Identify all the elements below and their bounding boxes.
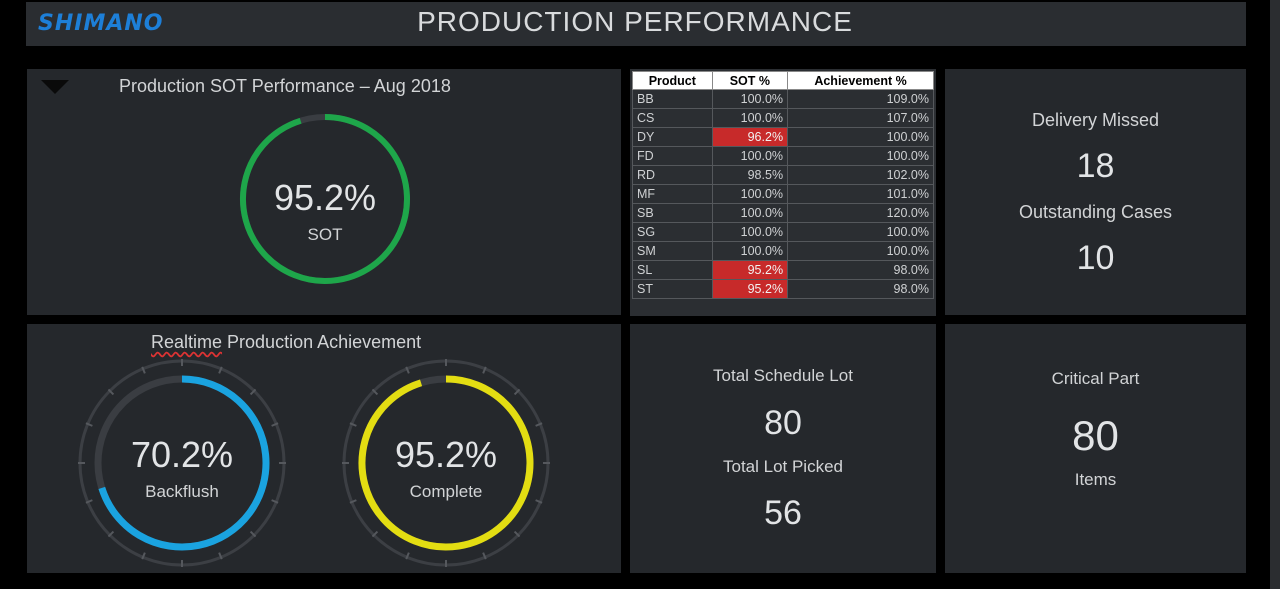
cell-achievement: 100.0%	[787, 127, 934, 147]
delivery-missed-label: Delivery Missed	[1031, 110, 1160, 130]
table-row: ST 95.2% 98.0%	[632, 279, 934, 299]
critical-part-unit: Items	[1074, 470, 1117, 489]
realtime-title-word: Realtime	[151, 332, 223, 352]
column-header-sot: SOT %	[711, 71, 789, 90]
cell-sot: 100.0%	[711, 241, 789, 261]
sot-panel-title: Production SOT Performance – Aug 2018	[119, 76, 451, 96]
table-row: DY 96.2% 100.0%	[632, 127, 934, 147]
total-schedule-lot-value: 80	[764, 404, 802, 442]
column-header-product: Product	[632, 71, 713, 90]
total-schedule-lot-label: Total Schedule Lot	[713, 366, 853, 385]
cell-achievement: 98.0%	[787, 279, 934, 299]
cell-product: MF	[632, 184, 713, 204]
table-row: FD 100.0% 100.0%	[632, 146, 934, 166]
cell-product: BB	[632, 89, 713, 109]
lot-panel: Total Schedule Lot 80 Total Lot Picked 5…	[630, 324, 936, 573]
cell-sot: 100.0%	[711, 89, 789, 109]
table-row: RD 98.5% 102.0%	[632, 165, 934, 185]
outstanding-cases-label: Outstanding Cases	[1018, 202, 1173, 222]
cell-product: SG	[632, 222, 713, 242]
table-row: SL 95.2% 98.0%	[632, 260, 934, 280]
cell-product: ST	[632, 279, 713, 299]
backflush-label: Backflush	[145, 482, 219, 501]
sot-performance-panel: Production SOT Performance – Aug 2018 95…	[27, 69, 621, 315]
total-lot-picked-value: 56	[764, 494, 802, 532]
cell-product: SM	[632, 241, 713, 261]
cell-sot: 100.0%	[711, 184, 789, 204]
cell-sot: 98.5%	[711, 165, 789, 185]
table-row: SM 100.0% 100.0%	[632, 241, 934, 261]
cell-sot: 95.2%	[711, 279, 789, 299]
cell-sot: 96.2%	[711, 127, 789, 147]
backflush-value: 70.2%	[130, 434, 234, 475]
realtime-achievement-panel: Realtime Production Achievement 70.2% Ba…	[27, 324, 621, 573]
cell-achievement: 107.0%	[787, 108, 934, 128]
cell-achievement: 98.0%	[787, 260, 934, 280]
cell-product: RD	[632, 165, 713, 185]
critical-part-panel: Critical Part 80 Items	[945, 324, 1246, 573]
cell-sot: 100.0%	[711, 108, 789, 128]
cell-product: SB	[632, 203, 713, 223]
table-row: SB 100.0% 120.0%	[632, 203, 934, 223]
cell-sot: 100.0%	[711, 203, 789, 223]
delivery-missed-value: 18	[1076, 147, 1115, 185]
complete-value: 95.2%	[394, 434, 498, 475]
cell-product: SL	[632, 260, 713, 280]
cell-sot: 100.0%	[711, 222, 789, 242]
table-row: BB 100.0% 109.0%	[632, 89, 934, 109]
cell-achievement: 102.0%	[787, 165, 934, 185]
critical-part-value: 80	[1072, 412, 1119, 459]
collapse-triangle-icon[interactable]	[41, 80, 69, 94]
outstanding-cases-value: 10	[1076, 239, 1115, 277]
cell-product: DY	[632, 127, 713, 147]
critical-part-label: Critical Part	[1051, 369, 1140, 388]
realtime-title-rest: Production Achievement	[222, 332, 422, 352]
cell-achievement: 101.0%	[787, 184, 934, 204]
product-table-panel: Product SOT % Achievement % BB 100.0% 109.…	[630, 69, 936, 316]
sot-value: 95.2%	[273, 177, 377, 218]
cell-achievement: 100.0%	[787, 241, 934, 261]
total-lot-picked-label: Total Lot Picked	[722, 457, 843, 476]
cell-product: CS	[632, 108, 713, 128]
delivery-panel: Delivery Missed 18 Outstanding Cases 10	[945, 69, 1246, 315]
realtime-panel-title: Realtime Production Achievement	[151, 332, 421, 353]
page-title: PRODUCTION PERFORMANCE	[417, 6, 853, 37]
cell-sot: 95.2%	[711, 260, 789, 280]
cell-achievement: 109.0%	[787, 89, 934, 109]
table-row: CS 100.0% 107.0%	[632, 108, 934, 128]
window-edge	[1270, 0, 1280, 589]
cell-achievement: 120.0%	[787, 203, 934, 223]
table-row: MF 100.0% 101.0%	[632, 184, 934, 204]
sot-label: SOT	[307, 225, 343, 244]
cell-product: FD	[632, 146, 713, 166]
cell-achievement: 100.0%	[787, 222, 934, 242]
product-table: Product SOT % Achievement % BB 100.0% 109.…	[632, 71, 934, 299]
column-header-achievement: Achievement %	[787, 71, 934, 90]
cell-sot: 100.0%	[711, 146, 789, 166]
table-header-row: Product SOT % Achievement %	[632, 71, 934, 90]
table-row: SG 100.0% 100.0%	[632, 222, 934, 242]
complete-label: Complete	[409, 482, 483, 501]
cell-achievement: 100.0%	[787, 146, 934, 166]
